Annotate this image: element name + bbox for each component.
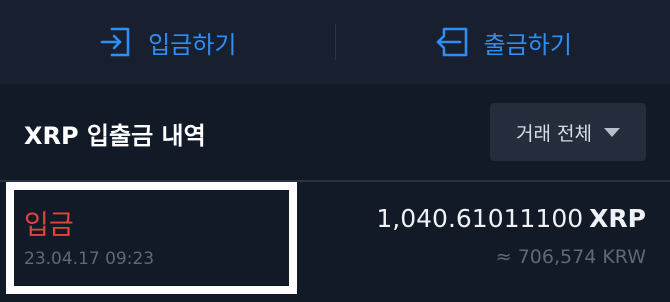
history-title: XRP 입출금 내역	[24, 122, 206, 150]
highlight-box	[6, 182, 297, 294]
deposit-label: 입금하기	[148, 30, 237, 59]
deposit-icon	[100, 27, 130, 57]
filter-label: 거래 전체	[516, 122, 592, 145]
transaction-row[interactable]: 입금 23.04.17 09:23 1,040.61011100 XRP ≈ 70…	[0, 182, 670, 302]
amount-unit: XRP	[589, 204, 646, 233]
krw-equivalent: ≈ 706,574 KRW	[495, 246, 646, 268]
caret-down-icon	[603, 127, 620, 137]
history-header: XRP 입출금 내역 거래 전체	[0, 84, 670, 180]
withdraw-icon	[436, 27, 467, 57]
withdraw-label: 출금하기	[483, 30, 572, 59]
action-bar: 입금하기 출금하기	[0, 0, 670, 84]
amount-value: 1,040.61011100	[376, 204, 584, 233]
transaction-filter-dropdown[interactable]: 거래 전체	[490, 103, 646, 161]
deposit-button[interactable]: 입금하기	[0, 0, 335, 84]
withdraw-button[interactable]: 출금하기	[336, 0, 670, 84]
transaction-amount: 1,040.61011100 XRP	[376, 204, 646, 233]
